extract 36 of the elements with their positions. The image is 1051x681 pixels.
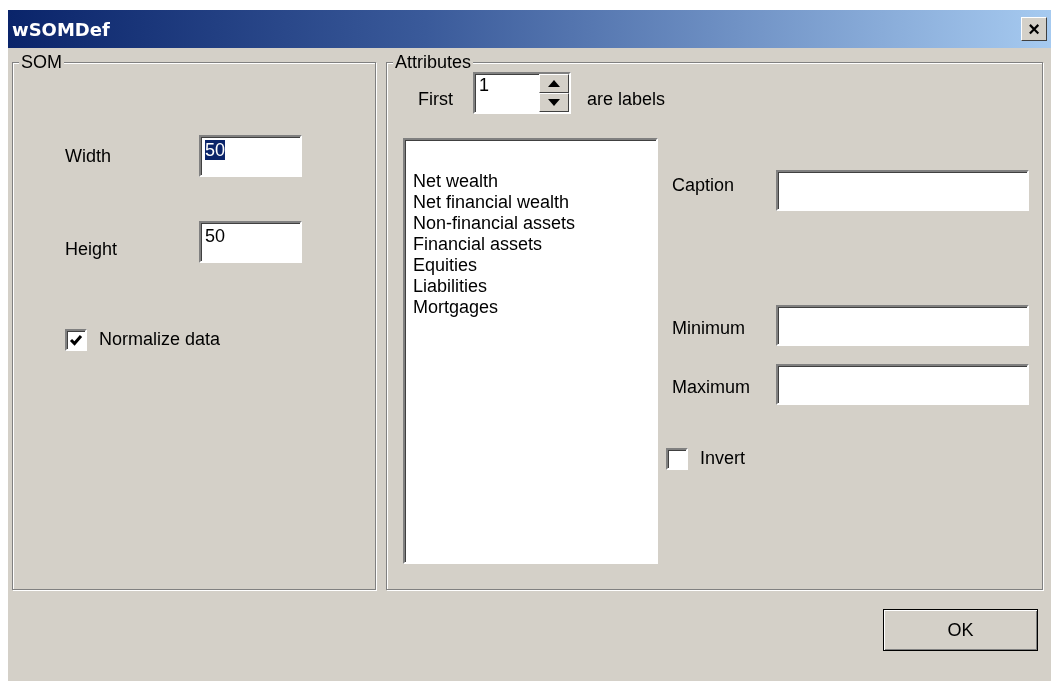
field-value: 1: [479, 74, 490, 97]
field-label: Height: [65, 238, 119, 261]
field-label: Minimum: [672, 317, 746, 340]
spin-up-button[interactable]: [539, 74, 569, 93]
field-label: Caption: [672, 174, 736, 197]
close-button[interactable]: ×: [1021, 17, 1047, 41]
checkbox-label: Normalize data: [99, 328, 221, 351]
check-icon: [69, 332, 83, 347]
checkbox[interactable]: [65, 328, 87, 351]
list-item[interactable]: Equities: [413, 255, 648, 276]
field-label: First: [417, 87, 454, 111]
checkbox[interactable]: [666, 447, 688, 470]
list-item[interactable]: Net financial wealth: [413, 192, 648, 213]
field-label: Width: [65, 144, 112, 168]
up-arrow-icon: [548, 80, 560, 87]
attribute-list[interactable]: Net wealth Net financial wealth Non-financial assets Financial assets Equities Liabilities Mortgages: [403, 138, 658, 564]
input-field[interactable]: 50: [199, 135, 302, 177]
input-field[interactable]: 50: [199, 220, 302, 263]
spin-down-button[interactable]: [539, 93, 569, 112]
list-item[interactable]: Liabilities: [413, 276, 648, 297]
field-value: 50: [205, 140, 226, 160]
down-arrow-icon: [548, 99, 560, 106]
list-item[interactable]: Financial assets: [413, 234, 648, 255]
field-label: Maximum: [672, 376, 751, 399]
input-field[interactable]: [776, 364, 1029, 405]
list-item[interactable]: Non-financial assets: [413, 213, 648, 234]
input-field[interactable]: [776, 305, 1029, 346]
ok-button[interactable]: OK: [883, 609, 1038, 651]
checkbox-label: Invert: [700, 447, 746, 470]
spin-box[interactable]: 1: [473, 72, 571, 114]
list-item[interactable]: Mortgages: [413, 297, 648, 318]
field-label: are labels: [587, 87, 666, 111]
input-field[interactable]: [776, 170, 1029, 211]
window-title: wSOMDef: [12, 17, 110, 42]
list-item[interactable]: Net wealth: [413, 171, 648, 192]
field-value: 50: [205, 225, 226, 246]
